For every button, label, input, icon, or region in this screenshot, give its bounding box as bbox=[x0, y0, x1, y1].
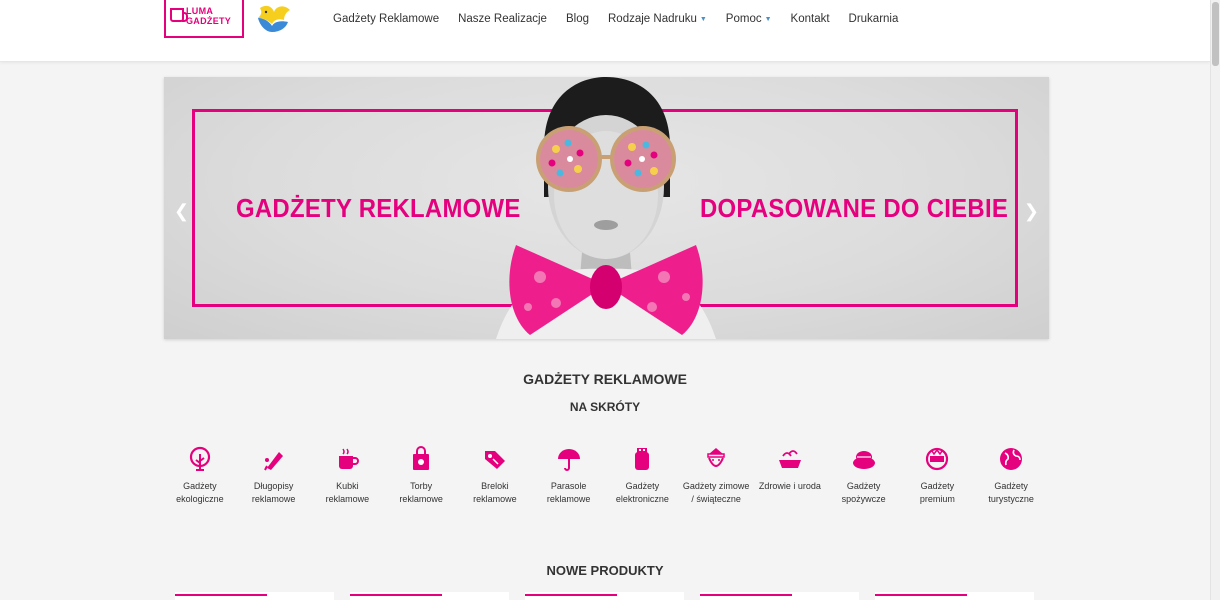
category-link[interactable]: Kubki reklamowe bbox=[311, 446, 385, 506]
product-card[interactable] bbox=[875, 592, 1034, 600]
new-products-title: NOWE PRODUKTY bbox=[546, 563, 664, 578]
nav-item-label: Blog bbox=[565, 13, 589, 25]
page-scrollbar[interactable] bbox=[1210, 0, 1220, 600]
food-icon bbox=[851, 446, 877, 472]
category-label: Gadżety premium bbox=[919, 481, 955, 504]
card-accent bbox=[700, 594, 792, 596]
cup-icon bbox=[170, 8, 188, 22]
bag-icon bbox=[408, 446, 434, 472]
nav-item-label: Pomoc bbox=[725, 13, 762, 25]
category-link[interactable]: Gadżety elektroniczne bbox=[606, 446, 680, 506]
category-link[interactable]: Parasole reklamowe bbox=[532, 446, 606, 506]
usb-icon bbox=[629, 446, 655, 472]
site-header: LUMA GADŻETY Gadżety Reklamowe Nasze Real… bbox=[0, 0, 1210, 62]
product-card[interactable] bbox=[700, 592, 859, 600]
scrollbar-thumb[interactable] bbox=[1212, 2, 1219, 66]
category-label: Gadżety ekologiczne bbox=[176, 481, 224, 504]
nav-item[interactable]: Rodzaje Nadruku ▼ bbox=[599, 13, 717, 25]
category-link[interactable]: Długopisy reklamowe bbox=[237, 446, 311, 506]
category-label: Kubki reklamowe bbox=[325, 481, 370, 504]
category-link[interactable]: Gadżety ekologiczne bbox=[163, 446, 237, 506]
nav-item[interactable]: Nasze Realizacje bbox=[449, 13, 557, 25]
nav-item[interactable]: Gadżety Reklamowe bbox=[333, 13, 449, 25]
caret-down-icon: ▼ bbox=[699, 15, 707, 23]
caret-down-icon: ▼ bbox=[764, 15, 772, 23]
card-accent bbox=[350, 594, 442, 596]
logo-line-1: LUMA bbox=[186, 6, 214, 16]
tag-icon bbox=[482, 446, 508, 472]
nav-item-label: Kontakt bbox=[790, 13, 830, 25]
nav-item-label: Rodzaje Nadruku bbox=[608, 13, 697, 25]
globe-icon bbox=[998, 446, 1024, 472]
category-label: Gadżety zimowe / świąteczne bbox=[682, 481, 750, 504]
logo-line-2: GADŻETY bbox=[186, 16, 232, 26]
premium-icon bbox=[924, 446, 950, 472]
pen-icon bbox=[261, 446, 287, 472]
santa-icon bbox=[703, 446, 729, 472]
category-label: Gadżety spożywcze bbox=[841, 481, 886, 504]
hero-slider: GADŻETY REKLAMOWE DOPASOWANE DO CIEBIE ❮… bbox=[164, 77, 1049, 339]
nav-item[interactable]: Blog bbox=[556, 13, 598, 25]
category-link[interactable]: Gadżety zimowe / świąteczne bbox=[679, 446, 753, 506]
logo-text: LUMA GADŻETY bbox=[186, 6, 231, 26]
category-label: Długopisy reklamowe bbox=[251, 481, 296, 504]
ukraine-bird-icon bbox=[258, 5, 290, 32]
category-link[interactable]: Breloki reklamowe bbox=[458, 446, 532, 506]
luma-logo[interactable]: LUMA GADŻETY bbox=[164, 0, 244, 38]
product-cards bbox=[175, 592, 1034, 600]
nav-item-label: Gadżety Reklamowe bbox=[333, 13, 440, 25]
tree-icon bbox=[187, 446, 213, 472]
category-link[interactable]: Gadżety spożywcze bbox=[827, 446, 901, 506]
slide-heading-right: DOPASOWANE DO CIEBIE bbox=[700, 193, 1009, 223]
category-label: Zdrowie i uroda bbox=[758, 481, 821, 491]
nav-item[interactable]: Pomoc ▼ bbox=[716, 13, 781, 25]
product-card[interactable] bbox=[350, 592, 509, 600]
category-label: Torby reklamowe bbox=[399, 481, 443, 504]
category-link[interactable]: Gadżety premium bbox=[901, 446, 975, 506]
category-link[interactable]: Torby reklamowe bbox=[384, 446, 458, 506]
category-shortcuts: Gadżety ekologiczne Długopisy reklamowe Ku… bbox=[163, 446, 1048, 506]
category-label: Parasole reklamowe bbox=[546, 481, 591, 504]
category-label: Gadżety elektroniczne bbox=[615, 481, 669, 504]
section-subtitle: NA SKRÓTY bbox=[569, 400, 641, 414]
nav-item[interactable]: Kontakt bbox=[781, 13, 839, 25]
mug-icon bbox=[334, 446, 360, 472]
category-label: Gadżety turystyczne bbox=[988, 481, 1034, 504]
nav-item-label: Nasze Realizacje bbox=[458, 13, 547, 25]
card-accent bbox=[175, 594, 267, 596]
section-title: GADŻETY REKLAMOWE bbox=[523, 371, 687, 387]
card-accent bbox=[525, 594, 617, 596]
main-nav: Gadżety Reklamowe Nasze Realizacje Blog Rod… bbox=[333, 13, 908, 25]
umbrella-icon bbox=[556, 446, 582, 472]
category-link[interactable]: Zdrowie i uroda bbox=[753, 446, 827, 506]
nav-item[interactable]: Drukarnia bbox=[839, 13, 908, 25]
category-link[interactable]: Gadżety turystyczne bbox=[974, 446, 1048, 506]
card-accent bbox=[875, 594, 967, 596]
spa-icon bbox=[777, 446, 803, 472]
nav-item-label: Drukarnia bbox=[848, 13, 899, 25]
slide-heading-left: GADŻETY REKLAMOWE bbox=[236, 193, 521, 223]
chevron-right-icon[interactable]: ❯ bbox=[1024, 201, 1039, 222]
category-label: Breloki reklamowe bbox=[473, 481, 517, 504]
product-card[interactable] bbox=[525, 592, 684, 600]
chevron-left-icon[interactable]: ❮ bbox=[174, 201, 189, 222]
product-card[interactable] bbox=[175, 592, 334, 600]
